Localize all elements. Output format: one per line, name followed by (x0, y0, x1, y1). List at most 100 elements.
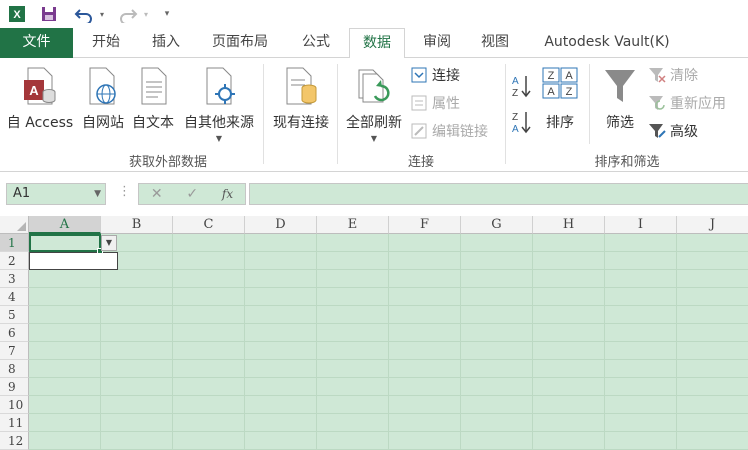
redo-icon[interactable] (116, 3, 140, 25)
funnel-icon (603, 66, 637, 110)
svg-text:X: X (13, 9, 21, 21)
column-header-e[interactable]: E (317, 216, 389, 234)
row-header-10[interactable]: 10 (0, 396, 29, 414)
column-header-g[interactable]: G (461, 216, 533, 234)
tab-insert[interactable]: 插入 (140, 28, 192, 58)
column-header-d[interactable]: D (245, 216, 317, 234)
text-file-icon (136, 66, 170, 110)
row-header-12[interactable]: 12 (0, 432, 29, 450)
column-header-b[interactable]: B (101, 216, 173, 234)
row-gridline (29, 341, 748, 342)
from-access-button[interactable]: A 自 Access (4, 64, 76, 144)
reapply-button[interactable]: 重新应用 (648, 92, 726, 114)
sort-dialog-icon: ZAAZ (542, 66, 578, 106)
group-separator (337, 64, 338, 164)
properties-icon (410, 94, 428, 112)
row-header-3[interactable]: 3 (0, 270, 29, 288)
tab-formulas[interactable]: 公式 (290, 28, 342, 58)
clear-filter-label: 清除 (670, 68, 698, 84)
select-all-icon (17, 222, 26, 231)
tab-review[interactable]: 审阅 (412, 28, 462, 58)
row-header-5[interactable]: 5 (0, 306, 29, 324)
row-header-6[interactable]: 6 (0, 324, 29, 342)
row-gridline (29, 431, 748, 432)
from-other-sources-button[interactable]: 自其他来源 ▼ (178, 64, 260, 144)
tab-page-layout[interactable]: 页面布局 (200, 28, 280, 58)
chevron-down-icon[interactable]: ▼ (94, 184, 101, 204)
name-box[interactable]: A1 ▼ (6, 183, 106, 205)
chevron-down-icon: ▼ (215, 134, 223, 143)
tab-view[interactable]: 视图 (470, 28, 520, 58)
tab-autodesk-vault[interactable]: Autodesk Vault(K) (532, 28, 682, 58)
from-text-label: 自文本 (132, 115, 174, 131)
formula-bar: A1 ▼ ⋮ ✕ ✓ fx (0, 172, 748, 216)
svg-text:A: A (565, 70, 573, 82)
cell-a2-border[interactable] (29, 252, 118, 270)
cell-dropdown-button[interactable]: ▼ (101, 235, 117, 251)
insert-function-icon[interactable]: fx (222, 187, 233, 201)
svg-text:Z: Z (566, 86, 573, 98)
customize-qat-icon[interactable]: ▾ (160, 3, 174, 25)
row-gridline (29, 323, 748, 324)
sort-ascending-button[interactable]: AZ (510, 72, 536, 100)
clear-filter-button[interactable]: 清除 (648, 64, 698, 86)
filter-button[interactable]: 筛选 (598, 64, 642, 144)
column-header-c[interactable]: C (173, 216, 245, 234)
row-header-11[interactable]: 11 (0, 414, 29, 432)
column-header-a[interactable]: A (29, 216, 101, 234)
column-header-h[interactable]: H (533, 216, 605, 234)
save-icon[interactable] (38, 3, 60, 25)
existing-connections-button[interactable]: 现有连接 (268, 64, 334, 144)
row-gridline (29, 377, 748, 378)
row-header-4[interactable]: 4 (0, 288, 29, 306)
column-header-f[interactable]: F (389, 216, 461, 234)
column-header-i[interactable]: I (605, 216, 677, 234)
advanced-filter-icon (648, 122, 666, 140)
tab-data[interactable]: 数据 (349, 28, 405, 59)
from-text-button[interactable]: 自文本 (128, 64, 178, 144)
advanced-filter-label: 高级 (670, 124, 698, 140)
selected-cell-a1[interactable] (29, 234, 103, 254)
row-header-7[interactable]: 7 (0, 342, 29, 360)
row-gridline (29, 395, 748, 396)
ribbon-data: A 自 Access 自网站 自文本 自其他来源 ▼ 现有连接 获取外部数据 全… (0, 58, 748, 172)
column-gridline (604, 234, 605, 450)
resize-handle-icon[interactable]: ⋮ (118, 184, 131, 199)
enter-icon[interactable]: ✓ (186, 186, 198, 202)
edit-links-button[interactable]: 编辑链接 (410, 120, 488, 142)
column-gridline (532, 234, 533, 450)
properties-button[interactable]: 属性 (410, 92, 460, 114)
undo-dropdown-icon[interactable]: ▾ (97, 3, 107, 25)
column-gridline (172, 234, 173, 450)
redo-dropdown-icon[interactable]: ▾ (141, 3, 151, 25)
advanced-filter-button[interactable]: 高级 (648, 120, 698, 142)
row-header-9[interactable]: 9 (0, 378, 29, 396)
svg-text:A: A (29, 83, 39, 98)
tab-home[interactable]: 开始 (80, 28, 132, 58)
formula-input[interactable] (249, 183, 748, 205)
sort-descending-button[interactable]: ZA (510, 108, 536, 136)
tab-file[interactable]: 文件 (0, 28, 73, 58)
row-header-1[interactable]: 1 (0, 234, 29, 252)
column-header-j[interactable]: J (677, 216, 748, 234)
svg-text:Z: Z (512, 112, 518, 123)
connections-button[interactable]: 连接 (410, 64, 460, 86)
row-gridline (29, 269, 748, 270)
ribbon-tabs: 文件 开始 插入 页面布局 公式 数据 审阅 视图 Autodesk Vault… (0, 28, 748, 59)
refresh-all-button[interactable]: 全部刷新 ▼ (342, 64, 406, 144)
row-gridline (29, 251, 748, 252)
worksheet-grid[interactable]: ABCDEFGHIJ 1 2 3 4 5 6 7 8 9 10 11 12 ▼ (0, 216, 748, 450)
cancel-icon[interactable]: ✕ (151, 186, 163, 202)
from-web-label: 自网站 (82, 115, 124, 131)
reapply-label: 重新应用 (670, 96, 726, 112)
sort-descending-icon: ZA (512, 112, 531, 135)
undo-icon[interactable] (72, 3, 96, 25)
refresh-all-label: 全部刷新 (346, 115, 402, 131)
from-web-button[interactable]: 自网站 (78, 64, 128, 144)
row-header-2[interactable]: 2 (0, 252, 29, 270)
sort-button[interactable]: ZAAZ 排序 (538, 64, 582, 144)
connections-icon (410, 66, 428, 84)
row-header-8[interactable]: 8 (0, 360, 29, 378)
select-all-button[interactable] (0, 216, 29, 234)
excel-window: X ▾ ▾ ▾ 文件 开始 插入 页面布局 公式 数据 审阅 视图 Autode… (0, 0, 748, 450)
